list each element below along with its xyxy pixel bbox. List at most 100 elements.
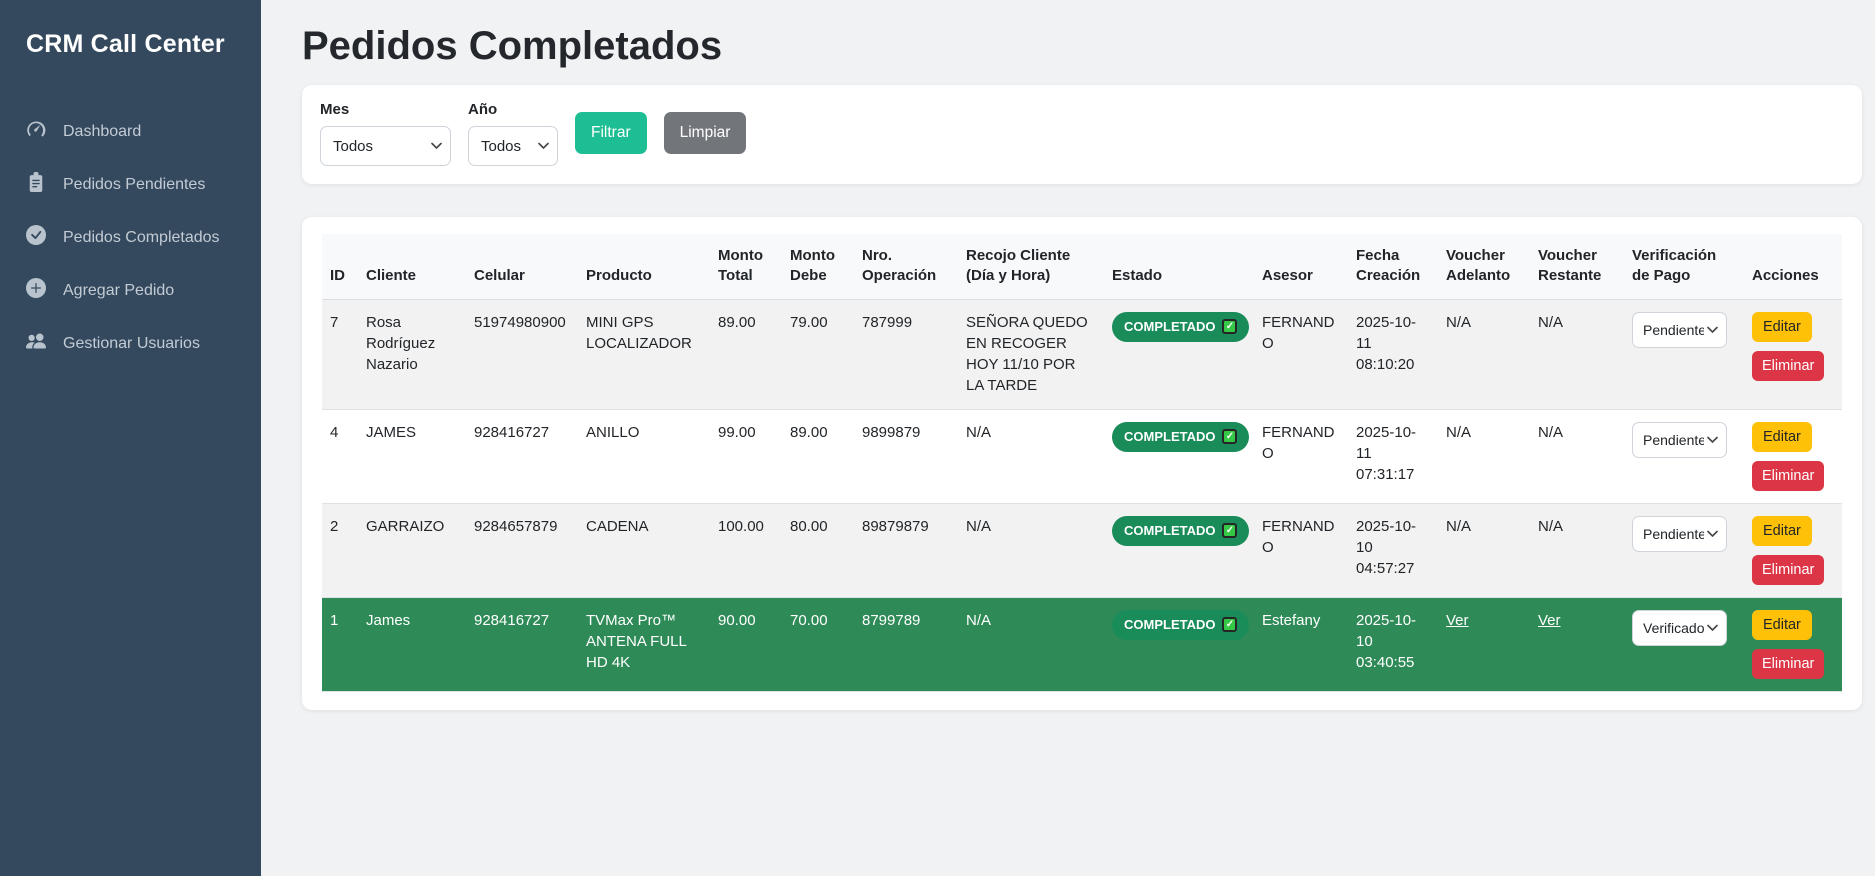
cell-voucher-adelanto: N/A bbox=[1438, 409, 1530, 503]
table-header-row: ID Cliente Celular Producto Monto Total … bbox=[322, 234, 1842, 299]
table-row: 7 Rosa Rodríguez Nazario 51974980900 MIN… bbox=[322, 299, 1842, 409]
sidebar-item-label: Pedidos Completados bbox=[63, 229, 220, 247]
month-select[interactable]: Todos bbox=[320, 126, 451, 166]
clipboard-icon bbox=[26, 172, 46, 197]
cell-estado: COMPLETADO ✓ bbox=[1104, 503, 1254, 597]
delete-button[interactable]: Eliminar bbox=[1752, 649, 1824, 679]
cell-nro-operacion: 787999 bbox=[854, 299, 958, 409]
column-header-cliente: Cliente bbox=[358, 234, 466, 299]
edit-button[interactable]: Editar bbox=[1752, 312, 1812, 342]
cell-asesor: FERNANDO bbox=[1254, 503, 1348, 597]
sidebar-item-pedidos-completados[interactable]: Pedidos Completados bbox=[0, 213, 261, 262]
cell-monto-debe: 80.00 bbox=[782, 503, 854, 597]
cell-producto: TVMax Pro™ ANTENA FULL HD 4K bbox=[578, 597, 710, 691]
sidebar-item-label: Agregar Pedido bbox=[63, 282, 174, 300]
check-emoji-icon: ✓ bbox=[1222, 429, 1237, 444]
delete-button[interactable]: Eliminar bbox=[1752, 351, 1824, 381]
cell-monto-total: 100.00 bbox=[710, 503, 782, 597]
column-header-asesor: Asesor bbox=[1254, 234, 1348, 299]
cell-estado: COMPLETADO ✓ bbox=[1104, 299, 1254, 409]
voucher-restante-value: N/A bbox=[1538, 424, 1563, 441]
check-emoji-icon: ✓ bbox=[1222, 523, 1237, 538]
payment-verification-select[interactable]: Pendiente bbox=[1632, 516, 1727, 552]
cell-asesor: Estefany bbox=[1254, 597, 1348, 691]
cell-id: 2 bbox=[322, 503, 358, 597]
voucher-restante-value: N/A bbox=[1538, 314, 1563, 331]
cell-cliente: GARRAIZO bbox=[358, 503, 466, 597]
cell-acciones: Editar Eliminar bbox=[1744, 409, 1842, 503]
month-label: Mes bbox=[320, 101, 451, 118]
cell-fecha: 2025-10-10 04:57:27 bbox=[1348, 503, 1438, 597]
cell-asesor: FERNANDO bbox=[1254, 409, 1348, 503]
cell-id: 7 bbox=[322, 299, 358, 409]
cell-voucher-restante: Ver bbox=[1530, 597, 1624, 691]
table-row: 1 James 928416727 TVMax Pro™ ANTENA FULL… bbox=[322, 597, 1842, 691]
sidebar-item-pedidos-pendientes[interactable]: Pedidos Pendientes bbox=[0, 160, 261, 209]
cell-verificacion: Pendiente bbox=[1624, 299, 1744, 409]
cell-verificacion: Verificado bbox=[1624, 597, 1744, 691]
cell-nro-operacion: 8799789 bbox=[854, 597, 958, 691]
check-circle-icon bbox=[26, 225, 46, 250]
column-header-monto-debe: Monto Debe bbox=[782, 234, 854, 299]
cell-verificacion: Pendiente bbox=[1624, 503, 1744, 597]
payment-verification-select[interactable]: Pendiente bbox=[1632, 312, 1727, 348]
cell-producto: MINI GPS LOCALIZADOR bbox=[578, 299, 710, 409]
payment-verification-select[interactable]: Pendiente bbox=[1632, 422, 1727, 458]
cell-fecha: 2025-10-11 08:10:20 bbox=[1348, 299, 1438, 409]
cell-nro-operacion: 9899879 bbox=[854, 409, 958, 503]
column-header-verificacion: Verificación de Pago bbox=[1624, 234, 1744, 299]
cell-fecha: 2025-10-10 03:40:55 bbox=[1348, 597, 1438, 691]
plus-circle-icon bbox=[26, 278, 46, 303]
clear-button[interactable]: Limpiar bbox=[664, 112, 747, 154]
status-badge: COMPLETADO ✓ bbox=[1112, 516, 1249, 546]
sidebar-nav: Dashboard Pedidos Pendientes Pedidos Com… bbox=[0, 107, 261, 368]
delete-button[interactable]: Eliminar bbox=[1752, 555, 1824, 585]
cell-cliente: James bbox=[358, 597, 466, 691]
page-title: Pedidos Completados bbox=[302, 24, 1862, 69]
orders-table: ID Cliente Celular Producto Monto Total … bbox=[322, 234, 1842, 692]
check-emoji-icon: ✓ bbox=[1222, 617, 1237, 632]
column-header-recojo: Recojo Cliente (Día y Hora) bbox=[958, 234, 1104, 299]
cell-monto-total: 99.00 bbox=[710, 409, 782, 503]
cell-asesor: FERNANDO bbox=[1254, 299, 1348, 409]
cell-acciones: Editar Eliminar bbox=[1744, 503, 1842, 597]
cell-acciones: Editar Eliminar bbox=[1744, 597, 1842, 691]
app-title: CRM Call Center bbox=[0, 0, 261, 59]
voucher-restante-value[interactable]: Ver bbox=[1538, 612, 1561, 629]
cell-voucher-restante: N/A bbox=[1530, 409, 1624, 503]
status-badge: COMPLETADO ✓ bbox=[1112, 610, 1249, 640]
column-header-nro-operacion: Nro. Operación bbox=[854, 234, 958, 299]
cell-producto: CADENA bbox=[578, 503, 710, 597]
cell-verificacion: Pendiente bbox=[1624, 409, 1744, 503]
column-header-celular: Celular bbox=[466, 234, 578, 299]
column-header-id: ID bbox=[322, 234, 358, 299]
edit-button[interactable]: Editar bbox=[1752, 610, 1812, 640]
main-content: Pedidos Completados Mes Todos Año Todos … bbox=[261, 0, 1875, 876]
cell-producto: ANILLO bbox=[578, 409, 710, 503]
voucher-adelanto-value: N/A bbox=[1446, 518, 1471, 535]
cell-celular: 928416727 bbox=[466, 409, 578, 503]
speedometer-icon bbox=[26, 119, 46, 144]
sidebar-item-agregar-pedido[interactable]: Agregar Pedido bbox=[0, 266, 261, 315]
voucher-adelanto-value[interactable]: Ver bbox=[1446, 612, 1469, 629]
cell-cliente: JAMES bbox=[358, 409, 466, 503]
cell-monto-total: 90.00 bbox=[710, 597, 782, 691]
voucher-adelanto-value: N/A bbox=[1446, 314, 1471, 331]
table-row: 2 GARRAIZO 9284657879 CADENA 100.00 80.0… bbox=[322, 503, 1842, 597]
cell-recojo: N/A bbox=[958, 503, 1104, 597]
sidebar-item-label: Pedidos Pendientes bbox=[63, 176, 205, 194]
year-label: Año bbox=[468, 101, 558, 118]
column-header-producto: Producto bbox=[578, 234, 710, 299]
column-header-voucher-adelanto: Voucher Adelanto bbox=[1438, 234, 1530, 299]
cell-celular: 928416727 bbox=[466, 597, 578, 691]
sidebar-item-dashboard[interactable]: Dashboard bbox=[0, 107, 261, 156]
filter-button[interactable]: Filtrar bbox=[575, 112, 647, 154]
edit-button[interactable]: Editar bbox=[1752, 516, 1812, 546]
delete-button[interactable]: Eliminar bbox=[1752, 461, 1824, 491]
column-header-fecha: Fecha Creación bbox=[1348, 234, 1438, 299]
status-badge: COMPLETADO ✓ bbox=[1112, 312, 1249, 342]
sidebar-item-gestionar-usuarios[interactable]: Gestionar Usuarios bbox=[0, 319, 261, 368]
payment-verification-select[interactable]: Verificado bbox=[1632, 610, 1727, 646]
year-select[interactable]: Todos bbox=[468, 126, 558, 166]
edit-button[interactable]: Editar bbox=[1752, 422, 1812, 452]
